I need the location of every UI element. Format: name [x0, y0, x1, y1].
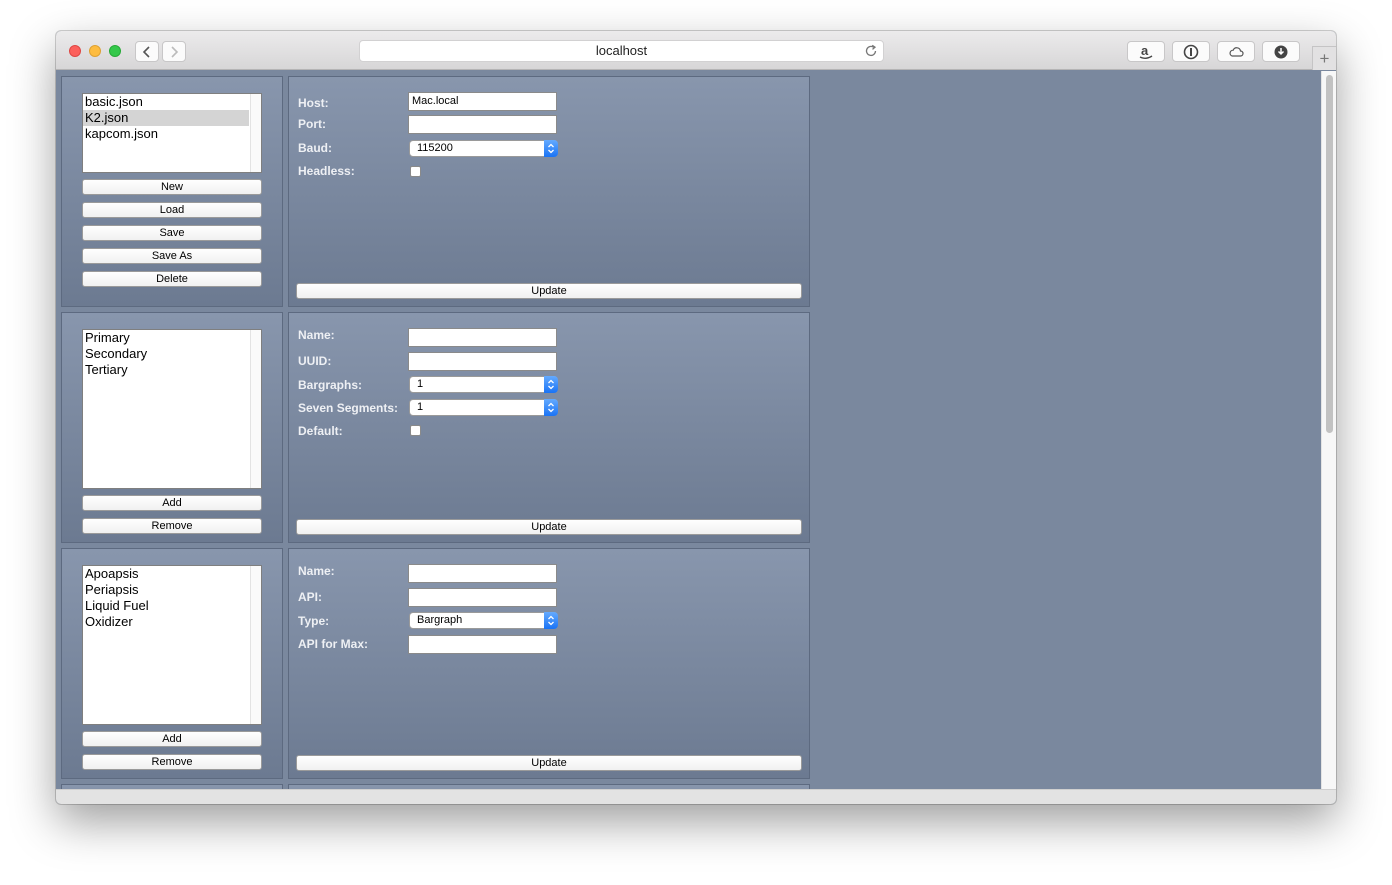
default-checkbox[interactable] [410, 425, 421, 436]
port-input[interactable] [408, 115, 557, 134]
seven-segments-value: 1 [417, 401, 424, 413]
update-button[interactable]: Update [296, 283, 802, 299]
select-arrows-icon [544, 399, 558, 416]
baud-label: Baud: [298, 141, 332, 155]
new-button[interactable]: New [82, 179, 262, 195]
amazon-icon: a [1139, 44, 1153, 59]
bargraphs-select[interactable]: 1 [409, 376, 558, 393]
download-icon [1274, 45, 1288, 58]
default-label: Default: [298, 424, 343, 438]
list-item[interactable]: K2.json [83, 110, 249, 126]
screen-settings-panel: Name: UUID: Bargraphs: 1 Seven Segments:… [288, 312, 810, 543]
name-label: Name: [298, 328, 335, 342]
seven-segments-select[interactable]: 1 [409, 399, 558, 416]
baud-value: 115200 [417, 142, 453, 154]
forward-button[interactable] [162, 41, 186, 62]
zoom-window-button[interactable] [109, 45, 121, 57]
cloud-button[interactable] [1217, 41, 1255, 62]
update-button[interactable]: Update [296, 755, 802, 771]
value-settings-panel: Name: API: Type: Bargraph API for Max: U… [288, 548, 810, 779]
address-bar[interactable]: localhost [359, 40, 884, 62]
type-value: Bargraph [417, 614, 463, 626]
name-input[interactable] [408, 328, 557, 347]
host-label: Host: [298, 96, 329, 110]
chevron-left-icon [142, 45, 150, 58]
load-button[interactable]: Load [82, 202, 262, 218]
close-window-button[interactable] [69, 45, 81, 57]
scrollbar-thumb[interactable] [1326, 75, 1333, 433]
select-arrows-icon [544, 612, 558, 629]
reload-icon[interactable] [864, 44, 878, 58]
api-max-label: API for Max: [298, 637, 369, 651]
password-manager-icon [1183, 44, 1199, 59]
config-files-panel: basic.json K2.json kapcom.json New Load … [61, 76, 283, 307]
remove-button[interactable]: Remove [82, 754, 262, 770]
list-item[interactable]: Apoapsis [83, 566, 249, 582]
select-arrows-icon [544, 376, 558, 393]
headless-label: Headless: [298, 164, 355, 178]
list-item[interactable]: Oxidizer [83, 614, 249, 630]
browser-window: localhost a + basic.json K2.json kapcom.… [56, 31, 1336, 804]
cloud-icon [1229, 46, 1244, 57]
values-panel: Apoapsis Periapsis Liquid Fuel Oxidizer … [61, 548, 283, 779]
download-button[interactable] [1262, 41, 1300, 62]
screens-panel: Primary Secondary Tertiary Add Remove [61, 312, 283, 543]
list-scrollbar[interactable] [250, 566, 261, 724]
delete-button[interactable]: Delete [82, 271, 262, 287]
api-input[interactable] [408, 588, 557, 607]
seven-segments-label: Seven Segments: [298, 401, 399, 415]
save-as-button[interactable]: Save As [82, 248, 262, 264]
save-button[interactable]: Save [82, 225, 262, 241]
config-file-list[interactable]: basic.json K2.json kapcom.json [82, 93, 262, 173]
list-scrollbar[interactable] [250, 330, 261, 488]
remove-button[interactable]: Remove [82, 518, 262, 534]
baud-select[interactable]: 115200 [409, 140, 558, 157]
screen-list[interactable]: Primary Secondary Tertiary [82, 329, 262, 489]
address-text: localhost [595, 43, 648, 58]
back-button[interactable] [135, 41, 159, 62]
api-label: API: [298, 590, 322, 604]
amazon-button[interactable]: a [1127, 41, 1165, 62]
bargraphs-value: 1 [417, 378, 424, 390]
name-input[interactable] [408, 564, 557, 583]
type-label: Type: [298, 614, 330, 628]
browser-toolbar: localhost a + [56, 31, 1336, 70]
status-bar [56, 789, 1336, 804]
chevron-right-icon [171, 45, 179, 58]
list-item[interactable]: kapcom.json [83, 126, 249, 142]
connection-settings-panel: Host: Mac.local Port: Baud: 115200 Headl… [288, 76, 810, 307]
bargraphs-label: Bargraphs: [298, 378, 363, 392]
host-input[interactable]: Mac.local [408, 92, 557, 111]
list-item[interactable]: Secondary [83, 346, 249, 362]
svg-text:a: a [1141, 44, 1149, 58]
list-scrollbar[interactable] [250, 94, 261, 172]
api-max-input[interactable] [408, 635, 557, 654]
update-button[interactable]: Update [296, 519, 802, 535]
page-scrollbar[interactable] [1321, 71, 1336, 789]
list-item[interactable]: basic.json [83, 94, 249, 110]
new-tab-button[interactable]: + [1312, 46, 1336, 70]
password-manager-button[interactable] [1172, 41, 1210, 62]
name-label: Name: [298, 564, 335, 578]
headless-checkbox[interactable] [410, 166, 421, 177]
port-label: Port: [298, 117, 326, 131]
uuid-label: UUID: [298, 354, 332, 368]
type-select[interactable]: Bargraph [409, 612, 558, 629]
value-list[interactable]: Apoapsis Periapsis Liquid Fuel Oxidizer [82, 565, 262, 725]
list-item[interactable]: Tertiary [83, 362, 249, 378]
minimize-window-button[interactable] [89, 45, 101, 57]
select-arrows-icon [544, 140, 558, 157]
list-item[interactable]: Primary [83, 330, 249, 346]
page-content: basic.json K2.json kapcom.json New Load … [56, 71, 1321, 789]
add-button[interactable]: Add [82, 495, 262, 511]
add-button[interactable]: Add [82, 731, 262, 747]
uuid-input[interactable] [408, 352, 557, 371]
list-item[interactable]: Liquid Fuel [83, 598, 249, 614]
list-item[interactable]: Periapsis [83, 582, 249, 598]
